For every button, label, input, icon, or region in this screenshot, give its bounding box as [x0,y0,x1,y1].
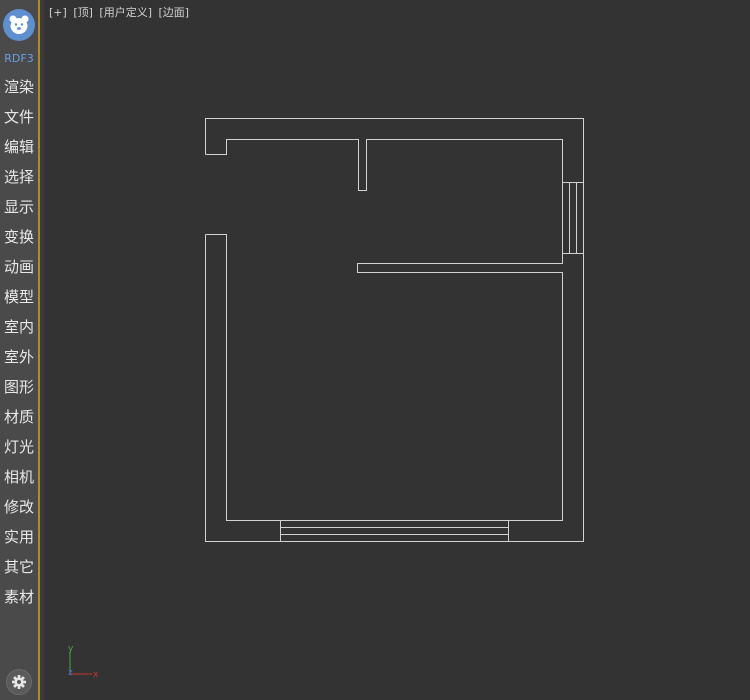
sidebar-item-shapes[interactable]: 图形 [0,376,38,406]
sidebar-item-select[interactable]: 选择 [0,166,38,196]
sidebar-item-utilities[interactable]: 实用 [0,526,38,556]
viewport-top[interactable]: [+] [顶] [用户定义] [边面] x y z [44,0,750,700]
sidebar-item-material[interactable]: 材质 [0,406,38,436]
sidebar-item-other[interactable]: 其它 [0,556,38,586]
sidebar: RDF3 渲染 文件 编辑 选择 显示 变换 动画 模型 室内 室外 图形 材质… [0,0,38,700]
app-window: RDF3 渲染 文件 编辑 选择 显示 变换 动画 模型 室内 室外 图形 材质… [0,0,750,700]
brand-label: RDF3 [4,52,34,65]
settings-button[interactable] [6,669,32,695]
sidebar-item-exterior[interactable]: 室外 [0,346,38,376]
sidebar-item-assets[interactable]: 素材 [0,586,38,616]
sidebar-item-lights[interactable]: 灯光 [0,436,38,466]
sidebar-item-animation[interactable]: 动画 [0,256,38,286]
sidebar-item-transform[interactable]: 变换 [0,226,38,256]
sidebar-item-display[interactable]: 显示 [0,196,38,226]
axis-z-label: z [68,668,73,678]
gear-icon [12,675,26,689]
axis-y-label: y [68,644,74,654]
sidebar-item-model[interactable]: 模型 [0,286,38,316]
sidebar-item-edit[interactable]: 编辑 [0,136,38,166]
axis-x-label: x [93,670,99,680]
sidebar-item-modify[interactable]: 修改 [0,496,38,526]
bear-face-icon [9,15,29,34]
sidebar-item-render[interactable]: 渲染 [0,76,38,106]
sidebar-item-file[interactable]: 文件 [0,106,38,136]
logo-button[interactable] [3,9,35,41]
sidebar-item-camera[interactable]: 相机 [0,466,38,496]
sidebar-menu: 渲染 文件 编辑 选择 显示 变换 动画 模型 室内 室外 图形 材质 灯光 相… [0,76,38,616]
axis-gizmo: x y z [68,644,99,680]
sidebar-item-interior[interactable]: 室内 [0,316,38,346]
